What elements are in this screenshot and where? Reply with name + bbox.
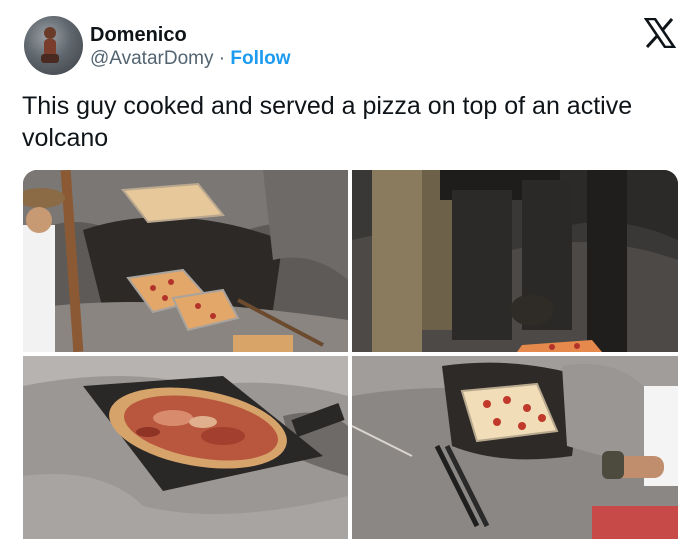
- volcano-pizza-photo-2: [352, 170, 678, 352]
- media-image-4[interactable]: [352, 356, 678, 539]
- author-name[interactable]: Domenico: [90, 24, 187, 47]
- avatar[interactable]: [24, 16, 83, 75]
- tweet-text: This guy cooked and served a pizza on to…: [22, 92, 633, 152]
- tweet-header: Domenico @AvatarDomy · Follow: [24, 16, 680, 76]
- volcano-pizza-photo-1: [23, 170, 348, 352]
- x-logo-icon[interactable]: [644, 18, 676, 48]
- follow-button[interactable]: Follow: [230, 48, 290, 69]
- media-grid: [23, 170, 678, 539]
- volcano-pizza-photo-3: [23, 356, 348, 539]
- volcano-pizza-photo-4: [352, 356, 678, 539]
- handle-row: @AvatarDomy · Follow: [90, 48, 291, 70]
- media-image-3[interactable]: [23, 356, 348, 539]
- author-handle[interactable]: @AvatarDomy: [90, 48, 213, 69]
- media-image-1[interactable]: [23, 170, 348, 352]
- avatar-figure-icon: [41, 27, 59, 63]
- media-image-2[interactable]: [352, 170, 678, 352]
- separator-dot: ·: [218, 48, 226, 69]
